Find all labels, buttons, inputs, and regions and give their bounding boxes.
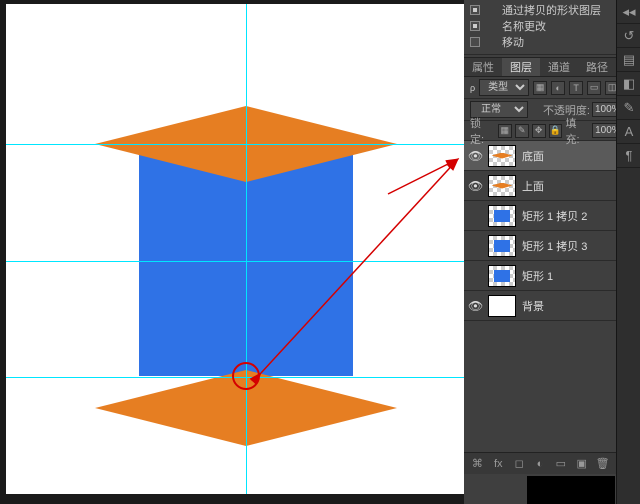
- action-checkbox[interactable]: [470, 21, 480, 31]
- right-dock-strip: ◂◂ ↺ ▤ ◧ ✎ A ¶: [616, 0, 640, 504]
- tab-channels[interactable]: 通道: [540, 58, 578, 76]
- tab-paths[interactable]: 路径: [578, 58, 616, 76]
- brushes-icon[interactable]: ✎: [617, 96, 640, 120]
- fill-label: 填充:: [565, 115, 590, 147]
- action-pin: [486, 21, 496, 31]
- layer-row[interactable]: 矩形 1: [464, 261, 640, 291]
- adjustment-layer-icon[interactable]: ◐: [533, 456, 548, 472]
- group-icon[interactable]: ▭: [553, 456, 568, 472]
- layer-thumbnail[interactable]: [488, 205, 516, 227]
- layer-name[interactable]: 背景: [522, 298, 616, 314]
- lock-pixels-icon[interactable]: ✎: [515, 124, 529, 138]
- visibility-toggle[interactable]: 👁: [468, 299, 482, 313]
- panel-tabs: 属性 图层 通道 路径 ≡: [464, 57, 640, 77]
- action-label: 移动: [502, 34, 524, 50]
- visibility-toggle[interactable]: 👁: [468, 149, 482, 163]
- guide-vertical[interactable]: [246, 4, 247, 494]
- actions-panel: 通过拷贝的形状图层 名称更改 移动: [464, 0, 640, 50]
- layer-thumbnail[interactable]: [488, 235, 516, 257]
- action-checkbox[interactable]: [470, 37, 480, 47]
- color-icon[interactable]: ◧: [617, 72, 640, 96]
- filter-pixel-icon[interactable]: ▦: [533, 81, 547, 95]
- filter-adjust-icon[interactable]: ◐: [551, 81, 565, 95]
- lock-row: 锁定: ▦ ✎ ✥ 🔒 填充: ▾: [464, 121, 640, 141]
- action-pin: [486, 37, 496, 47]
- action-item[interactable]: 名称更改: [464, 18, 640, 34]
- layer-fx-icon[interactable]: fx: [491, 456, 506, 472]
- lock-transparency-icon[interactable]: ▦: [498, 124, 512, 138]
- annotation-circle: [232, 362, 260, 390]
- action-pin: [486, 5, 496, 15]
- guide-horizontal[interactable]: [6, 144, 464, 145]
- lock-label: 锁定:: [470, 115, 495, 147]
- expand-dock-icon[interactable]: ◂◂: [617, 0, 640, 24]
- lock-position-icon[interactable]: ✥: [532, 124, 546, 138]
- filter-type-icon[interactable]: T: [569, 81, 583, 95]
- layer-mask-icon[interactable]: ◻: [512, 456, 527, 472]
- dock-tray: [527, 476, 615, 504]
- layer-row[interactable]: 矩形 1 拷贝 3: [464, 231, 640, 261]
- filter-kind-select[interactable]: 类型: [479, 79, 529, 96]
- layer-thumbnail[interactable]: [488, 175, 516, 197]
- paragraph-icon[interactable]: ¶: [617, 144, 640, 168]
- layer-row[interactable]: 👁 上面: [464, 171, 640, 201]
- lock-all-icon[interactable]: 🔒: [549, 124, 563, 138]
- tab-properties[interactable]: 属性: [464, 58, 502, 76]
- layers-list: 👁 底面 👁 上面 矩形 1 拷贝 2 矩形 1 拷贝 3 矩形 1 👁: [464, 141, 640, 321]
- layer-thumbnail[interactable]: [488, 295, 516, 317]
- layer-thumbnail[interactable]: [488, 145, 516, 167]
- layer-thumbnail[interactable]: [488, 265, 516, 287]
- visibility-toggle[interactable]: 👁: [468, 179, 482, 193]
- layer-row[interactable]: 👁 背景 🔒: [464, 291, 640, 321]
- character-icon[interactable]: A: [617, 120, 640, 144]
- delete-layer-icon[interactable]: 🗑: [595, 456, 610, 472]
- swatches-icon[interactable]: ▤: [617, 48, 640, 72]
- action-label: 名称更改: [502, 18, 546, 34]
- layer-row[interactable]: 矩形 1 拷贝 2: [464, 201, 640, 231]
- action-label: 通过拷贝的形状图层: [502, 2, 601, 18]
- layer-filter-row: ρ 类型 ▦ ◐ T ▭ ◫: [464, 77, 640, 99]
- link-layers-icon[interactable]: ⌘: [470, 456, 485, 472]
- action-item[interactable]: 通过拷贝的形状图层: [464, 2, 640, 18]
- tab-layers[interactable]: 图层: [502, 58, 540, 76]
- document-canvas[interactable]: [6, 4, 464, 494]
- new-layer-icon[interactable]: ▣: [574, 456, 589, 472]
- layers-panel-footer: ⌘ fx ◻ ◐ ▭ ▣ 🗑: [464, 452, 616, 474]
- filter-shape-icon[interactable]: ▭: [587, 81, 601, 95]
- history-icon[interactable]: ↺: [617, 24, 640, 48]
- action-item[interactable]: 移动: [464, 34, 640, 50]
- guide-horizontal[interactable]: [6, 261, 464, 262]
- action-checkbox[interactable]: [470, 5, 480, 15]
